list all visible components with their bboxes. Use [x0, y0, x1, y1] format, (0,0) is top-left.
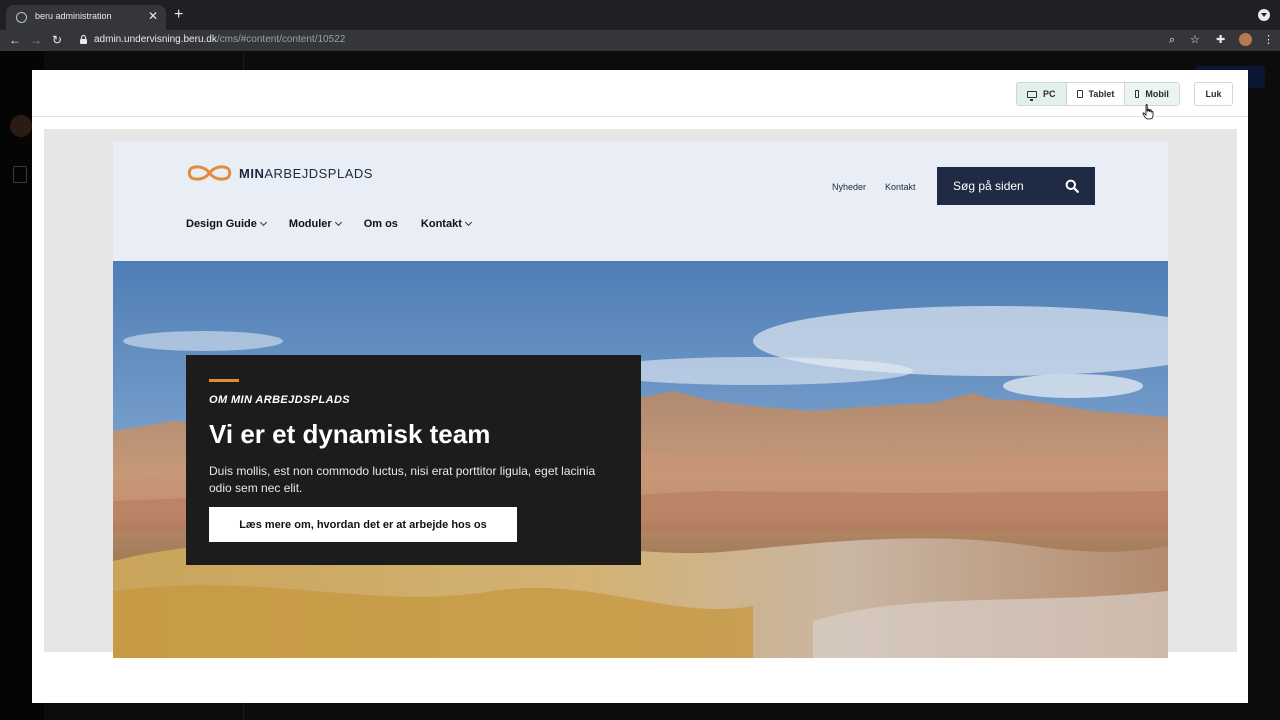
close-preview-button[interactable]: Luk: [1194, 82, 1233, 106]
tab-title: beru administration: [35, 11, 112, 21]
url-path: /cms/#content/content/10522: [216, 34, 346, 45]
hand-cursor-icon: [1142, 104, 1154, 120]
hero-cta-button[interactable]: Læs mere om, hvordan det er at arbejde h…: [209, 507, 517, 542]
device-switcher: PC Tablet Mobil: [1016, 82, 1180, 106]
star-icon[interactable]: ☆: [1190, 33, 1200, 47]
site-logo[interactable]: MINARBEJDSPLADS: [186, 165, 373, 181]
preview-modal-header: PC Tablet Mobil Luk: [32, 70, 1248, 117]
util-link-nyheder[interactable]: Nyheder: [832, 182, 866, 192]
accent-line: [209, 379, 239, 382]
browser-toolbar: ← → ↻ admin.undervisning.beru.dk/cms/#co…: [0, 30, 1280, 51]
device-mobile-label: Mobil: [1145, 89, 1169, 99]
device-pc-label: PC: [1043, 89, 1056, 99]
util-link-kontakt[interactable]: Kontakt: [885, 182, 916, 192]
nav-item-label: Om os: [363, 218, 398, 230]
forward-arrow-icon[interactable]: →: [30, 33, 42, 47]
chevron-down-icon: [334, 218, 342, 227]
website-preview: MINARBEJDSPLADS Nyheder Kontakt Søg på s…: [113, 141, 1168, 658]
preview-modal: PC Tablet Mobil Luk MINARBEJDSPLADS Nyhe…: [32, 70, 1248, 703]
lock-icon[interactable]: [80, 35, 87, 44]
hero-section: OM MIN ARBEJDSPLADS Vi er et dynamisk te…: [113, 261, 1168, 658]
chevron-down-icon: [464, 218, 472, 227]
logo-text: MINARBEJDSPLADS: [239, 166, 373, 181]
extensions-icon[interactable]: ✚: [1216, 33, 1225, 47]
device-tablet-button[interactable]: Tablet: [1066, 83, 1126, 105]
nav-item-kontakt[interactable]: Kontakt: [420, 218, 472, 230]
device-pc-button[interactable]: PC: [1017, 83, 1067, 105]
hero-eyebrow: OM MIN ARBEJDSPLADS: [209, 394, 351, 406]
tablet-icon: [1076, 90, 1083, 98]
globe-icon: [16, 12, 27, 23]
tab-search-icon[interactable]: [1258, 9, 1270, 21]
main-navigation: Design Guide Moduler Om os Kontakt: [186, 218, 494, 230]
logo-text-bold: MIN: [239, 165, 265, 181]
mobile-icon: [1135, 90, 1140, 98]
nav-item-label: Kontakt: [420, 218, 462, 230]
search-label: Søg på siden: [953, 179, 1024, 193]
nav-item-design-guide[interactable]: Design Guide: [186, 218, 267, 230]
device-mobile-button[interactable]: Mobil: [1125, 83, 1179, 105]
hero-title: Vi er et dynamisk team: [209, 419, 491, 449]
tab-close-button[interactable]: ✕: [148, 9, 158, 23]
search-icon: [1065, 179, 1079, 193]
nav-item-om-os[interactable]: Om os: [364, 218, 398, 230]
hero-text: Duis mollis, est non commodo luctus, nis…: [209, 464, 596, 495]
browser-tab[interactable]: beru administration ✕: [6, 5, 166, 30]
nav-item-label: Design Guide: [186, 218, 257, 230]
nav-item-moduler[interactable]: Moduler: [288, 218, 342, 230]
url-host: admin.undervisning.beru.dk: [94, 34, 217, 45]
logo-text-regular: ARBEJDSPLADS: [264, 165, 373, 181]
back-arrow-icon[interactable]: ←: [9, 33, 21, 47]
user-avatar: [10, 115, 32, 137]
reload-icon[interactable]: ↻: [52, 33, 62, 47]
document-icon: [13, 166, 27, 183]
address-bar[interactable]: admin.undervisning.beru.dk/cms/#content/…: [94, 34, 345, 45]
chevron-down-icon: [259, 218, 267, 227]
zoom-icon[interactable]: ⌕: [1169, 33, 1175, 47]
profile-avatar[interactable]: [1239, 33, 1252, 46]
browser-tabbar: beru administration ✕ +: [0, 0, 1280, 30]
device-tablet-label: Tablet: [1088, 89, 1115, 99]
infinity-logo-icon: [187, 165, 232, 181]
new-tab-button[interactable]: +: [174, 6, 183, 24]
nav-item-label: Moduler: [288, 218, 332, 230]
monitor-icon: [1027, 90, 1037, 101]
site-header: MINARBEJDSPLADS Nyheder Kontakt Søg på s…: [113, 141, 1168, 261]
menu-icon[interactable]: ⋮: [1263, 33, 1274, 47]
hero-card: OM MIN ARBEJDSPLADS Vi er et dynamisk te…: [186, 355, 641, 565]
site-search-button[interactable]: Søg på siden: [937, 167, 1095, 205]
